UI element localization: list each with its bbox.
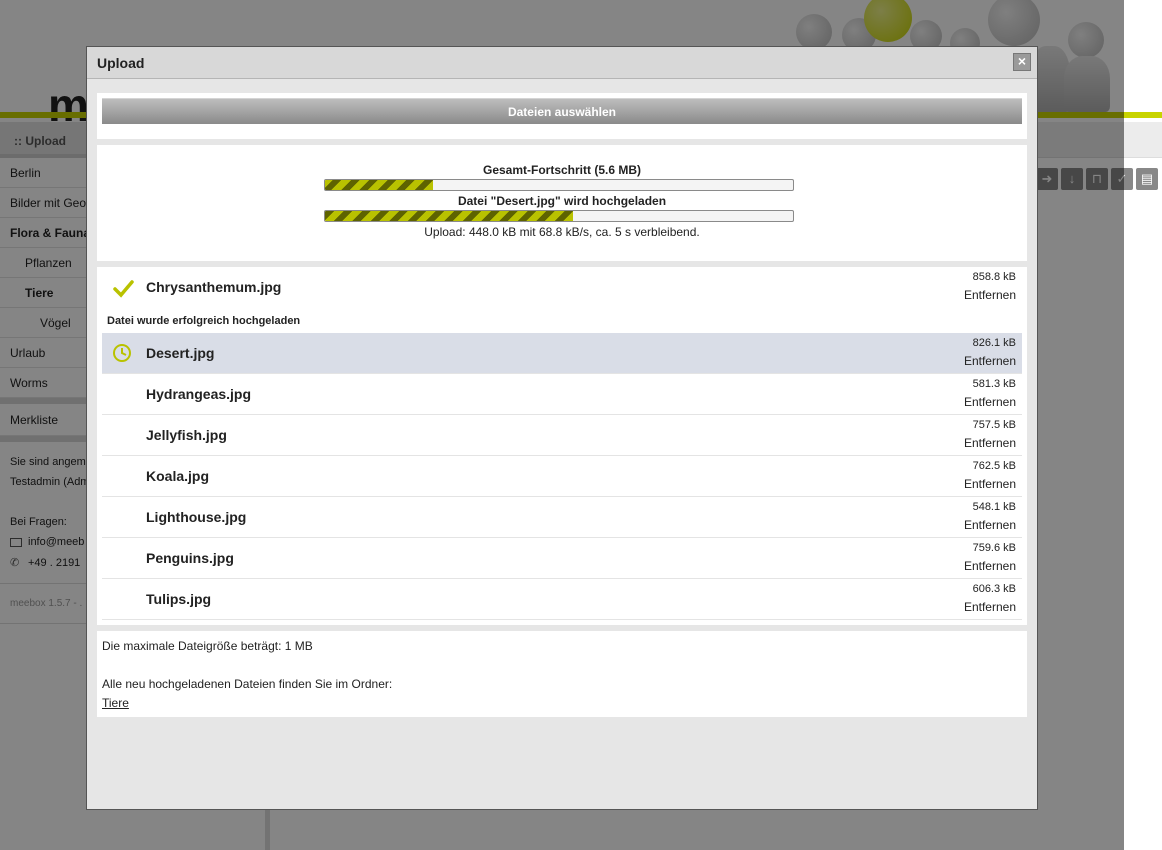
file-row: Chrysanthemum.jpg 858.8 kB Entfernen Datei …: [102, 267, 1022, 333]
file-select-panel: Dateien auswählen: [97, 93, 1027, 139]
remove-file-button[interactable]: Entfernen: [964, 518, 1016, 532]
trash-icon[interactable]: ▤: [1136, 168, 1158, 190]
file-name: Hydrangeas.jpg: [146, 386, 252, 402]
total-progress-bar: [324, 179, 794, 191]
file-progress-label: Datei "Desert.jpg" wird hochgeladen: [457, 194, 667, 208]
clock-icon: [112, 343, 132, 363]
folder-text: Alle neu hochgeladenen Dateien finden Si…: [102, 677, 393, 691]
file-size: 762.5 kB: [972, 460, 1016, 472]
total-progress-fill: [325, 180, 433, 190]
folder-link[interactable]: Tiere: [102, 696, 129, 710]
file-size: 757.5 kB: [972, 419, 1016, 431]
total-progress-label: Gesamt-Fortschritt (5.6 MB): [482, 163, 642, 177]
file-size: 606.3 kB: [972, 583, 1016, 595]
remove-file-button[interactable]: Entfernen: [964, 288, 1016, 302]
max-size-text: Die maximale Dateigröße beträgt: 1 MB: [102, 639, 313, 653]
file-name: Jellyfish.jpg: [146, 427, 227, 443]
file-row: Hydrangeas.jpg 581.3 kB Entfernen: [102, 374, 1022, 415]
upload-success-message: Datei wurde erfolgreich hochgeladen: [107, 315, 301, 327]
file-row: Jellyfish.jpg 757.5 kB Entfernen: [102, 415, 1022, 456]
remove-file-button[interactable]: Entfernen: [964, 395, 1016, 409]
remove-file-button[interactable]: Entfernen: [964, 354, 1016, 368]
file-name: Lighthouse.jpg: [146, 509, 247, 525]
file-row: Koala.jpg 762.5 kB Entfernen: [102, 456, 1022, 497]
checkmark-icon: [112, 277, 134, 298]
file-list: Chrysanthemum.jpg 858.8 kB Entfernen Datei …: [97, 267, 1027, 625]
file-size: 581.3 kB: [972, 378, 1016, 390]
file-progress-fill: [325, 211, 574, 221]
file-size: 858.8 kB: [972, 271, 1016, 283]
remove-file-button[interactable]: Entfernen: [964, 559, 1016, 573]
file-name: Penguins.jpg: [146, 550, 234, 566]
select-files-button[interactable]: Dateien auswählen: [102, 98, 1022, 124]
dialog-titlebar[interactable]: Upload ×: [87, 47, 1037, 79]
file-row: Penguins.jpg 759.6 kB Entfernen: [102, 538, 1022, 579]
remove-file-button[interactable]: Entfernen: [964, 600, 1016, 614]
file-progress-bar: [324, 210, 794, 222]
remove-file-button[interactable]: Entfernen: [964, 477, 1016, 491]
upload-dialog: Upload × Dateien auswählen Gesamt-Fortsc…: [86, 46, 1038, 810]
info-panel: Die maximale Dateigröße beträgt: 1 MB Al…: [97, 631, 1027, 717]
remove-file-button[interactable]: Entfernen: [964, 436, 1016, 450]
file-name: Tulips.jpg: [146, 591, 212, 607]
dialog-title: Upload: [97, 55, 145, 71]
file-size: 759.6 kB: [972, 542, 1016, 554]
file-name: Desert.jpg: [146, 345, 215, 361]
file-row: Tulips.jpg 606.3 kB Entfernen: [102, 579, 1022, 620]
file-size: 548.1 kB: [972, 501, 1016, 513]
close-icon[interactable]: ×: [1013, 53, 1031, 71]
file-name: Chrysanthemum.jpg: [146, 279, 282, 295]
file-name: Koala.jpg: [146, 468, 210, 484]
progress-panel: Gesamt-Fortschritt (5.6 MB) Datei "Deser…: [97, 145, 1027, 261]
file-row: Desert.jpg 826.1 kB Entfernen: [102, 333, 1022, 374]
file-row: Lighthouse.jpg 548.1 kB Entfernen: [102, 497, 1022, 538]
upload-rate-info: Upload: 448.0 kB mit 68.8 kB/s, ca. 5 s …: [424, 225, 700, 239]
file-size: 826.1 kB: [972, 337, 1016, 349]
